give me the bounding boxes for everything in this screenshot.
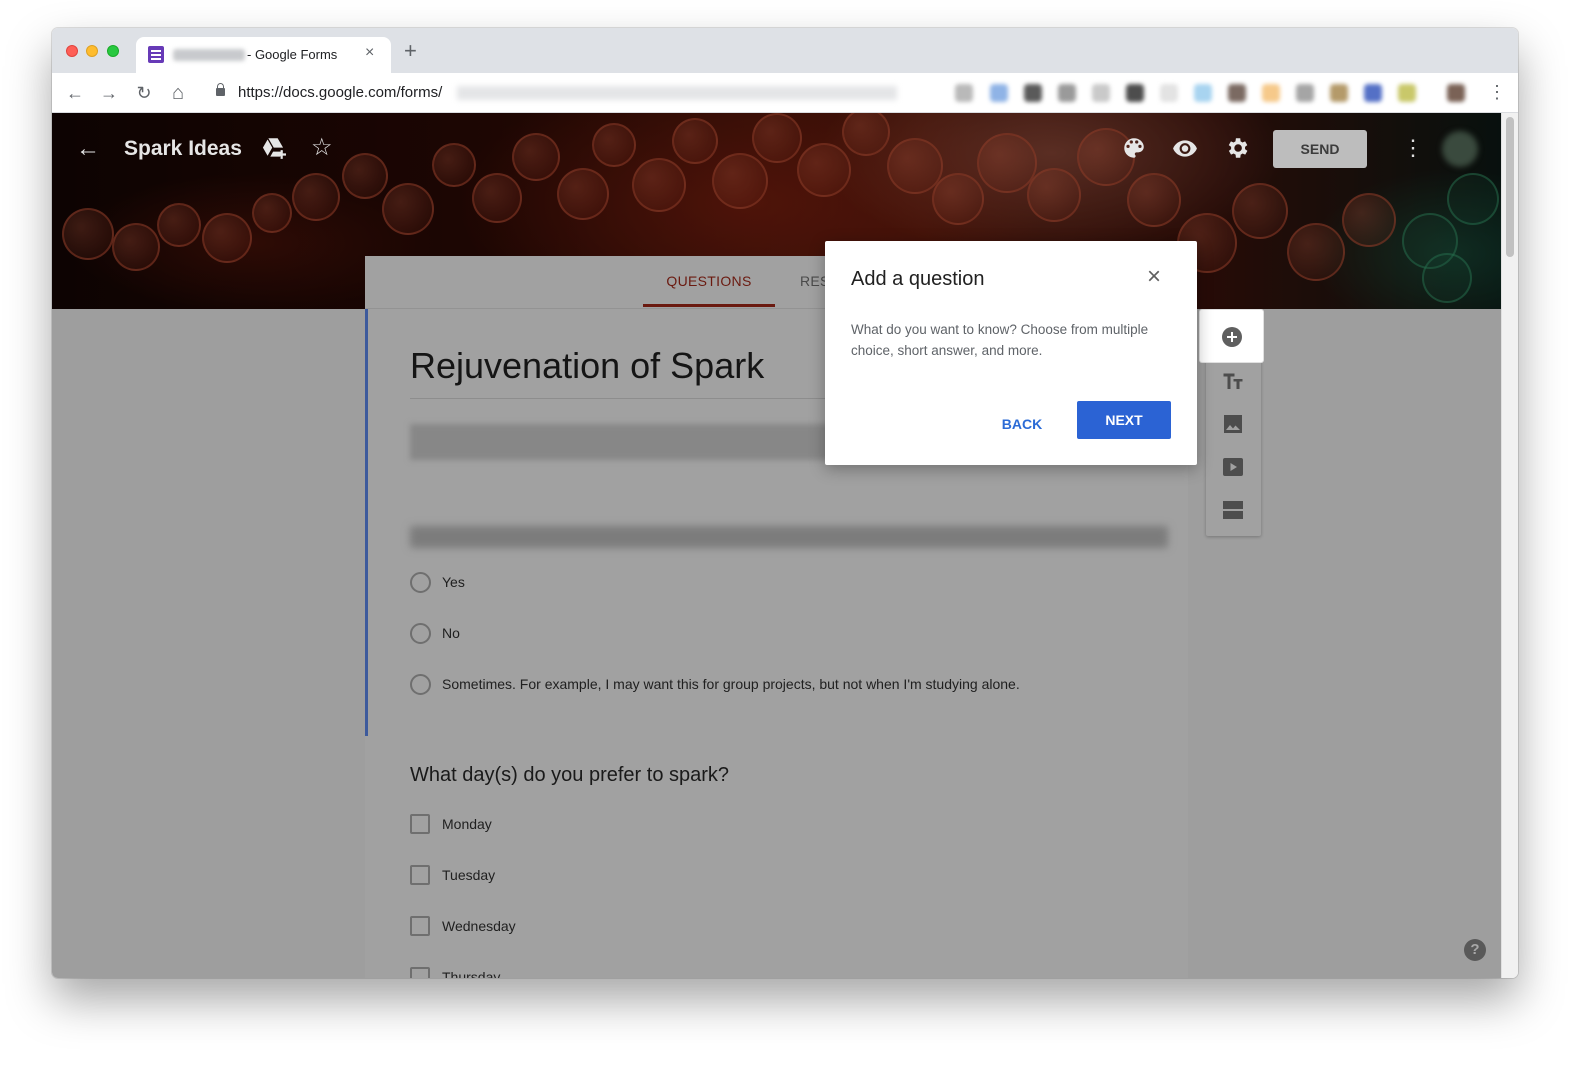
- more-options-icon[interactable]: ⋮: [1402, 135, 1424, 161]
- browser-window: - Google Forms × + ← → ↻ ⌂ https://docs.…: [52, 28, 1518, 978]
- extension-icon[interactable]: [1330, 84, 1348, 102]
- option-label: Wednesday: [442, 918, 516, 934]
- checkbox[interactable]: [410, 916, 430, 936]
- form-name[interactable]: Spark Ideas: [124, 137, 242, 161]
- minimize-window-button[interactable]: [86, 45, 98, 57]
- tab-strip: - Google Forms × +: [52, 28, 1518, 73]
- radio-option[interactable]: No: [410, 622, 460, 644]
- scrollbar-thumb[interactable]: [1506, 117, 1514, 257]
- reload-button[interactable]: ↻: [133, 82, 155, 104]
- url-path: /forms/: [396, 84, 443, 101]
- form-title[interactable]: Rejuvenation of Spark: [410, 345, 764, 387]
- url-text: https://docs.google.com/forms/: [238, 84, 442, 101]
- url-host: docs.google.com: [283, 84, 397, 101]
- url-prefix: https://: [238, 84, 284, 101]
- settings-gear-icon[interactable]: [1224, 135, 1250, 161]
- next-button[interactable]: NEXT: [1077, 401, 1171, 439]
- tab-title: - Google Forms: [247, 47, 338, 62]
- radio-button[interactable]: [410, 622, 431, 644]
- close-window-button[interactable]: [66, 45, 78, 57]
- option-label: Yes: [442, 574, 465, 590]
- add-circle-icon: [1222, 327, 1242, 347]
- lock-icon: [216, 83, 225, 96]
- forms-page: ← Spark Ideas ☆ SEND ⋮ QUESTIONS RES Rej…: [52, 113, 1501, 978]
- redacted-question-title: [410, 526, 1168, 548]
- radio-option[interactable]: Yes: [410, 571, 465, 593]
- active-tab-indicator: [643, 304, 775, 307]
- extension-icon[interactable]: [1398, 84, 1416, 102]
- active-card-indicator: [365, 309, 368, 736]
- browser-toolbar: ← → ↻ ⌂ https://docs.google.com/forms/ ⋮: [52, 73, 1518, 113]
- preview-eye-icon[interactable]: [1172, 135, 1198, 161]
- extension-icon[interactable]: [955, 84, 973, 102]
- extension-icon[interactable]: [1262, 84, 1280, 102]
- redacted-tab-text: [173, 49, 245, 61]
- home-button[interactable]: ⌂: [167, 82, 189, 104]
- drive-add-icon[interactable]: [260, 135, 286, 161]
- close-icon[interactable]: ×: [1147, 265, 1161, 289]
- extension-icon[interactable]: [1024, 84, 1042, 102]
- add-question-button[interactable]: [1200, 310, 1263, 362]
- back-button[interactable]: BACK: [990, 405, 1054, 443]
- option-label: Thursday: [442, 969, 501, 978]
- checkbox-option[interactable]: Tuesday: [410, 864, 495, 886]
- extension-icon[interactable]: [1364, 84, 1382, 102]
- checkbox-option[interactable]: Monday: [410, 813, 492, 835]
- checkbox[interactable]: [410, 865, 430, 885]
- add-section-icon[interactable]: [1221, 498, 1245, 522]
- tab-questions[interactable]: QUESTIONS: [643, 273, 775, 289]
- browser-menu-icon[interactable]: ⋮: [1488, 82, 1506, 103]
- radio-button[interactable]: [410, 571, 431, 593]
- checkbox-option[interactable]: Wednesday: [410, 915, 516, 937]
- extension-icon[interactable]: [990, 84, 1008, 102]
- option-label: Tuesday: [442, 867, 496, 883]
- add-image-icon[interactable]: [1221, 412, 1245, 436]
- checkbox[interactable]: [410, 814, 430, 834]
- browser-tab[interactable]: - Google Forms ×: [136, 37, 391, 73]
- extensions-area: [947, 81, 1467, 105]
- extension-icon[interactable]: [1296, 84, 1314, 102]
- forms-icon: [148, 46, 164, 63]
- add-video-icon[interactable]: [1221, 455, 1245, 479]
- extension-icon[interactable]: [1194, 84, 1212, 102]
- user-avatar[interactable]: [1442, 131, 1478, 167]
- extension-icon[interactable]: [1228, 84, 1246, 102]
- redacted-description: [410, 424, 840, 460]
- question-title[interactable]: What day(s) do you prefer to spark?: [410, 764, 729, 787]
- help-icon[interactable]: ?: [1464, 939, 1486, 961]
- maximize-window-button[interactable]: [107, 45, 119, 57]
- radio-button[interactable]: [410, 673, 431, 695]
- send-button[interactable]: SEND: [1273, 130, 1367, 168]
- extension-icon[interactable]: [1126, 84, 1144, 102]
- palette-icon[interactable]: [1121, 135, 1147, 161]
- add-title-text-icon[interactable]: [1221, 369, 1245, 393]
- extension-icon[interactable]: [1160, 84, 1178, 102]
- option-label: Sometimes. For example, I may want this …: [442, 676, 1020, 692]
- address-bar[interactable]: https://docs.google.com/forms/: [202, 78, 937, 108]
- star-icon[interactable]: ☆: [311, 133, 333, 162]
- new-tab-button[interactable]: +: [404, 40, 417, 62]
- extension-icon[interactable]: [1058, 84, 1076, 102]
- profile-avatar[interactable]: [1447, 84, 1465, 102]
- option-label: No: [442, 625, 460, 641]
- back-button[interactable]: ←: [64, 82, 86, 104]
- add-question-dialog: Add a question × What do you want to kno…: [825, 241, 1197, 465]
- dialog-title: Add a question: [851, 268, 985, 290]
- checkbox[interactable]: [410, 967, 430, 978]
- option-label: Monday: [442, 816, 492, 832]
- tab-close-icon[interactable]: ×: [365, 44, 374, 62]
- radio-option[interactable]: Sometimes. For example, I may want this …: [410, 673, 1020, 695]
- page-scrollbar[interactable]: [1501, 113, 1518, 978]
- forward-button[interactable]: →: [98, 82, 120, 104]
- extension-icon[interactable]: [1092, 84, 1110, 102]
- back-arrow-icon[interactable]: ←: [76, 135, 100, 163]
- redacted-url: [457, 86, 897, 100]
- dialog-body: What do you want to know? Choose from mu…: [851, 322, 1149, 358]
- checkbox-option[interactable]: Thursday: [410, 966, 500, 978]
